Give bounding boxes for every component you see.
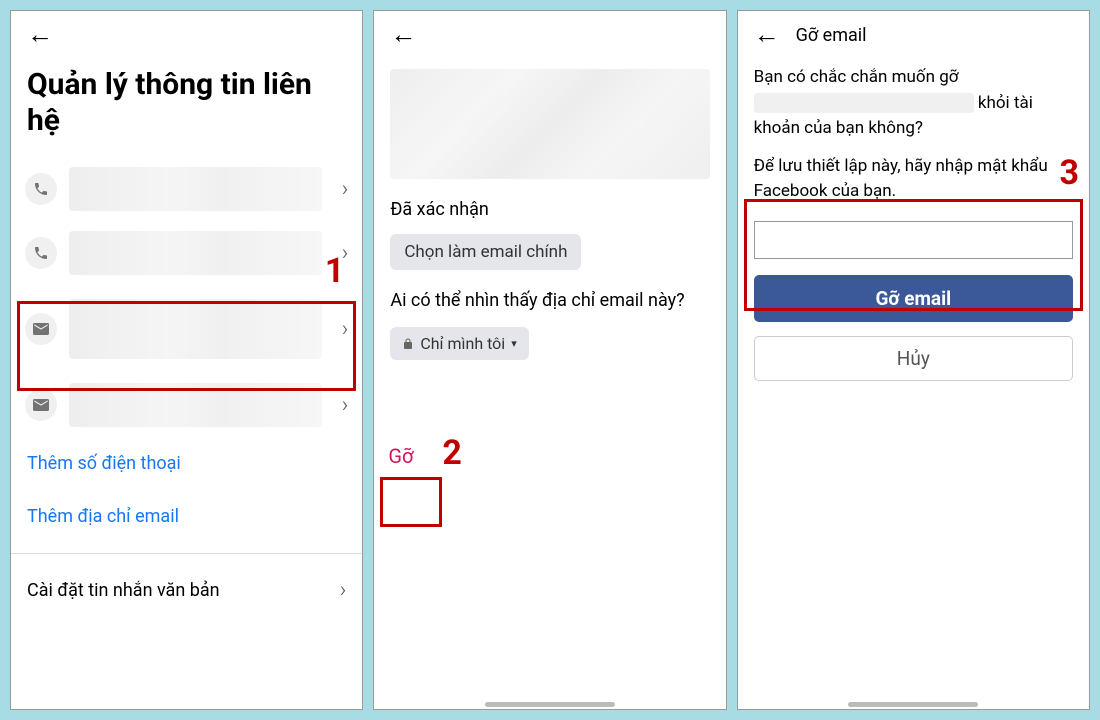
email-icon bbox=[25, 389, 57, 421]
lock-icon bbox=[402, 338, 414, 350]
chevron-right-icon: › bbox=[334, 393, 349, 418]
screen-contact-settings: ← Quản lý thông tin liên hệ › › › › Thêm… bbox=[10, 10, 363, 710]
chevron-right-icon: › bbox=[334, 241, 349, 266]
redacted-content bbox=[69, 383, 322, 427]
topbar: ← Gỡ email bbox=[738, 11, 1089, 59]
screen-remove-email-confirm: ← Gỡ email Bạn có chắc chắn muốn gỡ khỏi… bbox=[737, 10, 1090, 710]
chevron-right-icon: › bbox=[334, 177, 349, 202]
redacted-content bbox=[69, 167, 322, 211]
chevron-right-icon: › bbox=[334, 317, 349, 342]
sms-settings-row[interactable]: Cài đặt tin nhắn văn bản › bbox=[11, 564, 362, 617]
chevron-right-icon: › bbox=[332, 578, 347, 603]
contact-row-phone-2[interactable]: › bbox=[11, 221, 362, 285]
redacted-content bbox=[69, 299, 322, 359]
contact-row-email-1[interactable]: › bbox=[11, 285, 362, 373]
add-phone-link[interactable]: Thêm số điện thoại bbox=[11, 437, 362, 490]
redacted-email-inline bbox=[754, 93, 974, 113]
password-input[interactable] bbox=[754, 221, 1073, 259]
privacy-selector[interactable]: Chỉ mình tôi ▾ bbox=[390, 327, 528, 360]
redacted-content bbox=[69, 231, 322, 275]
topbar: ← bbox=[11, 11, 362, 59]
confirmed-label: Đã xác nhận bbox=[374, 195, 725, 224]
header-title: Gỡ email bbox=[796, 25, 867, 46]
phone-icon bbox=[25, 237, 57, 269]
back-arrow-icon[interactable]: ← bbox=[21, 18, 59, 52]
page-title: Quản lý thông tin liên hệ bbox=[11, 59, 362, 157]
add-email-link[interactable]: Thêm địa chỉ email bbox=[11, 490, 362, 543]
home-indicator bbox=[374, 703, 725, 709]
remove-email-button[interactable]: Gỡ email bbox=[754, 275, 1073, 322]
confirm-text: Bạn có chắc chắn muốn gỡ khỏi tài khoản … bbox=[738, 59, 1089, 148]
screen-email-detail: ← Đã xác nhận Chọn làm email chính Ai có… bbox=[373, 10, 726, 710]
password-field-wrapper bbox=[754, 221, 1073, 259]
divider bbox=[11, 553, 362, 554]
contact-row-phone-1[interactable]: › bbox=[11, 157, 362, 221]
phone-icon bbox=[25, 173, 57, 205]
back-arrow-icon[interactable]: ← bbox=[748, 18, 786, 52]
topbar: ← bbox=[374, 11, 725, 59]
home-indicator bbox=[738, 703, 1089, 709]
privacy-value: Chỉ mình tôi bbox=[420, 334, 505, 353]
email-icon bbox=[25, 313, 57, 345]
redacted-email-block bbox=[390, 69, 709, 179]
visibility-question: Ai có thể nhìn thấy địa chỉ email này? bbox=[374, 286, 725, 315]
contact-row-email-2[interactable]: › bbox=[11, 373, 362, 437]
remove-email-link[interactable]: Gỡ bbox=[374, 432, 427, 480]
set-primary-email-button[interactable]: Chọn làm email chính bbox=[390, 234, 581, 270]
cancel-button[interactable]: Hủy bbox=[754, 336, 1073, 381]
chevron-down-icon: ▾ bbox=[511, 337, 517, 350]
back-arrow-icon[interactable]: ← bbox=[384, 18, 422, 52]
instruction-text: Để lưu thiết lập này, hãy nhập mật khẩu … bbox=[738, 148, 1089, 211]
sms-settings-label: Cài đặt tin nhắn văn bản bbox=[27, 580, 220, 601]
annotation-highlight-2 bbox=[380, 477, 442, 527]
